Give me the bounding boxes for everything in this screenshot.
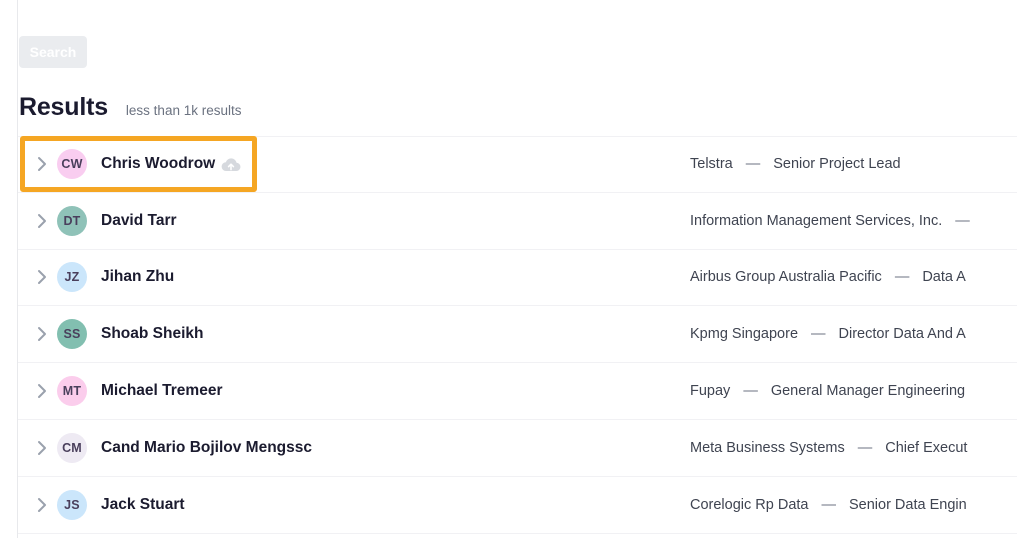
meta-separator: — — [857, 439, 873, 456]
search-results-page: Search Results less than 1k results CW Ch… — [0, 0, 1017, 538]
chevron-right-icon[interactable] — [27, 440, 57, 456]
result-meta: Information Management Services, Inc. — — [690, 213, 983, 229]
page-title: Results — [19, 93, 108, 121]
job-title: Director Data And A — [838, 326, 966, 343]
person-name[interactable]: Michael Tremeer — [101, 382, 222, 400]
person-name[interactable]: Cand Mario Bojilov Mengssc — [101, 439, 312, 457]
meta-separator: — — [743, 383, 758, 400]
chevron-right-icon[interactable] — [27, 383, 57, 399]
job-title: General Manager Engineering — [770, 383, 966, 400]
meta-separator: — — [894, 269, 910, 286]
job-title: Senior Project Lead — [773, 156, 901, 173]
meta-separator: — — [955, 212, 970, 229]
result-meta: Fupay — General Manager Engineering — [690, 383, 965, 399]
chevron-right-icon[interactable] — [27, 497, 57, 513]
avatar: JZ — [57, 262, 87, 293]
company-name: Telstra — [690, 156, 733, 173]
cloud-upload-icon — [221, 157, 241, 172]
company-name: Kpmg Singapore — [690, 326, 799, 343]
result-meta: Telstra — Senior Project Lead — [690, 156, 901, 172]
results-header: Results less than 1k results — [19, 93, 241, 122]
result-row[interactable]: JS Jack Stuart Corelogic Rp Data — Senior Da… — [18, 476, 1017, 534]
company-name: Airbus Group Australia Pacific — [690, 269, 882, 286]
avatar: DT — [57, 205, 87, 236]
results-list: CW Chris Woodrow Telstra — Senior Project Le… — [18, 136, 1017, 534]
avatar: SS — [57, 319, 87, 350]
meta-separator: — — [745, 156, 761, 173]
person-name[interactable]: Jihan Zhu — [101, 268, 174, 286]
job-title: Chief Execut — [885, 439, 968, 456]
person-name[interactable]: Chris Woodrow — [101, 155, 215, 173]
job-title: Senior Data Engin — [848, 496, 967, 513]
search-button[interactable]: Search — [19, 36, 87, 68]
company-name: Information Management Services, Inc. — [690, 212, 943, 229]
person-name[interactable]: Shoab Sheikh — [101, 325, 204, 343]
result-row[interactable]: DT David Tarr Information Management Servi… — [18, 192, 1017, 250]
avatar: CM — [57, 432, 87, 463]
result-row[interactable]: CW Chris Woodrow Telstra — Senior Project Le… — [18, 136, 1017, 193]
chevron-right-icon[interactable] — [27, 213, 57, 229]
chevron-right-icon[interactable] — [27, 269, 57, 285]
company-name: Corelogic Rp Data — [690, 496, 809, 513]
result-row[interactable]: JZ Jihan Zhu Airbus Group Australia Pacifi… — [18, 249, 1017, 307]
company-name: Fupay — [690, 383, 731, 400]
chevron-right-icon[interactable] — [27, 326, 57, 342]
result-row[interactable]: CM Cand Mario Bojilov Mengssc Meta Busines… — [18, 419, 1017, 477]
person-name[interactable]: Jack Stuart — [101, 496, 185, 514]
meta-separator: — — [821, 496, 836, 513]
result-meta: Kpmg Singapore — Director Data And A — [690, 326, 966, 342]
result-meta: Corelogic Rp Data — Senior Data Engin — [690, 497, 967, 513]
clipped-filter-row — [0, 0, 1017, 8]
chevron-right-icon[interactable] — [27, 156, 57, 172]
job-title: Data A — [922, 269, 966, 286]
company-name: Meta Business Systems — [690, 439, 845, 456]
avatar: CW — [57, 149, 87, 180]
meta-separator: — — [811, 326, 826, 343]
avatar: MT — [57, 376, 87, 407]
result-meta: Meta Business Systems — Chief Execut — [690, 440, 967, 456]
results-count: less than 1k results — [125, 103, 242, 118]
avatar: JS — [57, 489, 87, 520]
result-row[interactable]: MT Michael Tremeer Fupay — General Manager E… — [18, 363, 1017, 420]
result-row[interactable]: SS Shoab Sheikh Kpmg Singapore — Director Da… — [18, 306, 1017, 364]
result-meta: Airbus Group Australia Pacific — Data A — [690, 269, 966, 285]
person-name[interactable]: David Tarr — [101, 212, 177, 230]
